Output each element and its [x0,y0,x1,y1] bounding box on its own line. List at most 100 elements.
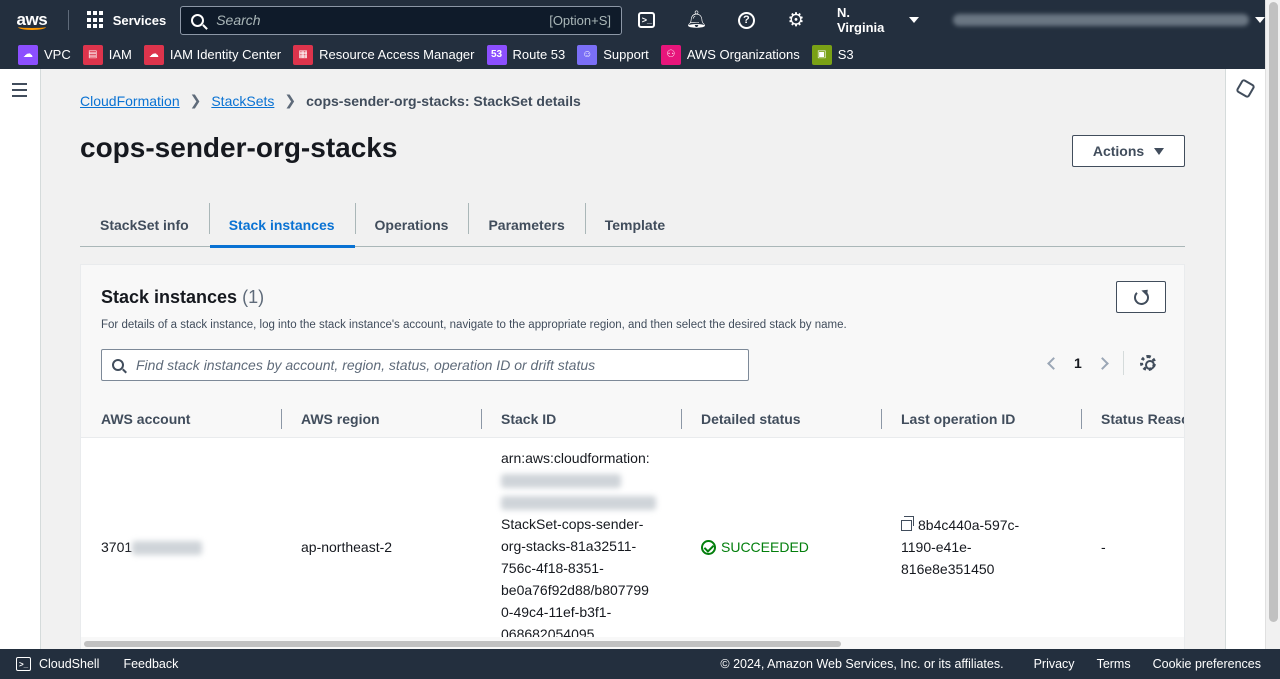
caret-down-icon[interactable] [1254,17,1265,23]
menu-icon[interactable] [12,83,27,101]
side-navigation-rail [0,69,41,649]
favorite-label: AWS Organizations [686,47,800,62]
footer: >_ CloudShell Feedback © 2024, Amazon We… [0,649,1280,679]
status-badge: SUCCEEDED [721,539,809,555]
account-prefix: 3701 [101,539,133,555]
horizontal-scrollbar[interactable] [81,637,1184,649]
services-menu-button[interactable]: Services [86,11,166,29]
page-scrollbar[interactable] [1265,0,1280,649]
stack-id-line: 756c-4f18-8351- [501,560,604,576]
favorite-aws-organizations[interactable]: ⚇ AWS Organizations [660,44,800,65]
favorite-label: VPC [44,47,71,62]
success-check-icon [701,539,716,555]
breadcrumb-stacksets[interactable]: StackSets [211,93,274,109]
panel-count: (1) [242,287,265,307]
favorite-support[interactable]: ☺ Support [577,44,649,65]
column-header-aws-region[interactable]: AWS region [281,409,481,429]
favorite-iam-identity-center[interactable]: ☁ IAM Identity Center [143,44,282,65]
breadcrumb-current: cops-sender-org-stacks: StackSet details [306,92,581,109]
tab-stack-instances[interactable]: Stack instances [208,203,355,248]
help-button[interactable]: ? [721,0,771,40]
favorites-bar: ☁ VPC ▤ IAM ☁ IAM Identity Center ▦ Reso… [0,40,1265,69]
caret-down-icon [908,17,919,23]
favorite-resource-access-manager[interactable]: ▦ Resource Access Manager [293,44,475,65]
column-header-last-operation-id[interactable]: Last operation ID [881,409,1081,429]
copyright-text: © 2024, Amazon Web Services, Inc. or its… [720,657,1004,671]
iam-icon: ▤ [82,44,103,65]
settings-icon: ⚙ [787,9,805,31]
organizations-icon: ⚇ [660,44,681,65]
feedback-link[interactable]: Feedback [123,657,178,671]
stack-id-line: org-stacks-81a32511- [501,538,637,554]
tab-stackset-info[interactable]: StackSet info [80,203,209,247]
stack-id-redacted [501,469,666,491]
page-number[interactable]: 1 [1074,355,1082,371]
search-placeholder: Search [216,12,261,28]
chevron-right-icon[interactable] [1095,356,1109,370]
vpc-icon: ☁ [18,44,38,65]
settings-button[interactable]: ⚙ [771,0,821,40]
caret-down-icon [1154,147,1165,155]
cell-last-operation-id: 8b4c440a-597c- 1190-e41e- 816e8e351450 [901,514,1061,580]
account-menu-redacted[interactable] [952,14,1249,26]
cookie-preferences-link[interactable]: Cookie preferences [1153,657,1261,671]
column-header-aws-account[interactable]: AWS account [81,409,281,429]
column-header-detailed-status[interactable]: Detailed status [681,409,881,429]
filter-input[interactable] [136,357,738,373]
actions-button[interactable]: Actions [1072,135,1185,167]
chevron-left-icon[interactable] [1047,356,1060,370]
stack-id-line: 0-49c4-11ef-b3f1- [501,604,612,620]
cell-status-reason: - [1101,539,1106,555]
cell-aws-account: 3701 [101,536,203,558]
refresh-button[interactable] [1116,281,1166,313]
region-selector[interactable]: N. Virginia [837,5,919,35]
panel-title: Stack instances (1) [101,287,264,308]
cloudshell-button[interactable]: >_ [622,0,672,40]
operation-id-line: 1190-e41e- [901,539,972,555]
favorite-label: Support [603,47,649,62]
s3-icon: ▣ [811,44,832,65]
info-panel-icon[interactable] [1235,78,1256,99]
copy-icon[interactable] [901,516,914,531]
stack-id-redacted [501,491,666,513]
favorite-s3[interactable]: ▣ S3 [811,44,854,65]
favorite-route53[interactable]: 53 Route 53 [486,44,565,65]
divider [67,10,69,30]
divider [1122,351,1124,375]
identity-center-icon: ☁ [143,44,164,65]
aws-logo[interactable]: aws [6,0,58,40]
cloudshell-footer-button[interactable]: >_ CloudShell [16,657,99,671]
favorite-label: S3 [837,47,854,62]
preferences-gear-icon[interactable] [1139,355,1156,371]
region-label: N. Virginia [836,5,885,35]
panel-title-text: Stack instances [101,287,238,307]
breadcrumb-cloudformation[interactable]: CloudFormation [80,93,180,109]
notifications-button[interactable]: 🔔︎ [672,0,722,40]
chevron-right-icon: ❯ [189,92,202,108]
privacy-link[interactable]: Privacy [1034,657,1075,671]
table-header: AWS account AWS region Stack ID Detailed… [81,401,1184,437]
aws-smile-icon [17,24,46,30]
pagination: 1 [1047,351,1156,375]
tab-template[interactable]: Template [584,203,685,247]
cloudshell-icon: >_ [16,657,31,671]
operation-id-line: 8b4c440a-597c- [918,517,1020,533]
favorite-label: Resource Access Manager [319,47,475,62]
column-header-status-reason[interactable]: Status Reason [1081,409,1184,429]
favorite-vpc[interactable]: ☁ VPC [18,44,71,65]
tab-list: StackSet info Stack instances Operations… [80,203,1185,248]
cell-detailed-status: SUCCEEDED [701,536,809,558]
tab-operations[interactable]: Operations [354,203,469,247]
terms-link[interactable]: Terms [1097,657,1131,671]
search-icon [191,13,205,27]
favorite-iam[interactable]: ▤ IAM [82,44,132,65]
search-shortcut: [Option+S] [549,12,611,28]
column-header-stack-id[interactable]: Stack ID [481,409,681,429]
search-input[interactable]: Search [Option+S] [180,5,622,35]
actions-label: Actions [1092,143,1145,159]
stack-instances-panel: Stack instances (1) For details of a sta… [80,264,1185,649]
cloudshell-label: CloudShell [39,657,100,671]
tab-parameters[interactable]: Parameters [468,203,584,247]
stack-id-line: be0a76f92d88/b807799 [501,582,649,598]
favorite-label: IAM Identity Center [169,47,282,62]
